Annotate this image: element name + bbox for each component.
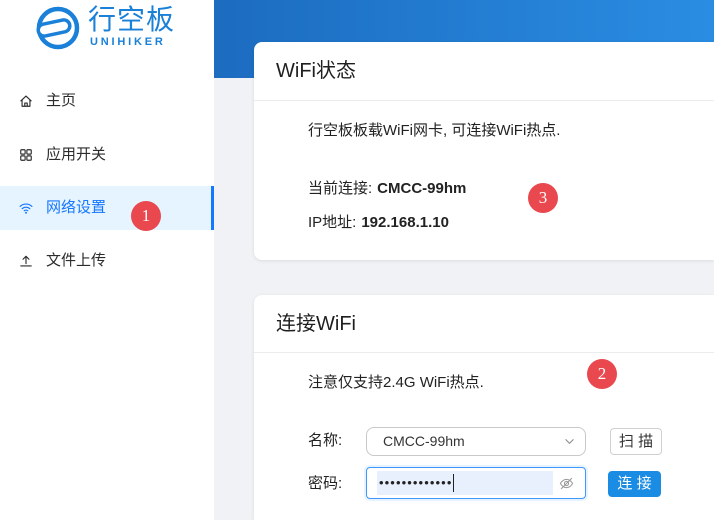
wifi-status-card: WiFi状态 行空板板载WiFi网卡, 可连接WiFi热点. 当前连接: CMCC… xyxy=(254,42,714,260)
card-header: 连接WiFi xyxy=(254,295,714,353)
password-input[interactable]: ••••••••••••• xyxy=(366,467,586,499)
scan-button[interactable]: 扫 描 xyxy=(610,428,662,455)
current-connection-value: CMCC-99hm xyxy=(377,180,467,197)
annotation-badge-wifi-status: 3 xyxy=(528,183,558,213)
card-title: WiFi状态 xyxy=(276,60,356,82)
card-header: WiFi状态 xyxy=(254,42,714,101)
sidebar-item-label: 文件上传 xyxy=(46,252,107,269)
password-autofill-area: ••••••••••••• xyxy=(377,471,553,495)
sidebar-item-label: 应用开关 xyxy=(46,146,107,163)
current-connection: 当前连接: CMCC-99hm xyxy=(308,178,466,200)
sidebar-item-app-switch[interactable]: 应用开关 xyxy=(0,133,214,177)
sidebar-item-network-settings[interactable]: 网络设置 xyxy=(0,186,214,230)
ip-address-label: IP地址: xyxy=(308,214,357,231)
logo-subtitle: UNIHIKER xyxy=(90,36,166,48)
annotation-badge-connect-wifi: 2 xyxy=(587,359,617,389)
connect-wifi-card: 连接WiFi 注意仅支持2.4G WiFi热点. 名称: CMCC-99hm 扫… xyxy=(254,295,714,520)
ip-address-value: 192.168.1.10 xyxy=(361,214,449,231)
wifi-note: 注意仅支持2.4G WiFi热点. xyxy=(308,374,484,391)
eye-invisible-icon[interactable] xyxy=(559,476,574,491)
logo-name: 行空板 xyxy=(88,4,176,35)
wifi-icon xyxy=(19,203,33,214)
connect-button[interactable]: 连 接 xyxy=(608,471,661,497)
sidebar-item-file-upload[interactable]: 文件上传 xyxy=(0,239,214,283)
password-label: 密码: xyxy=(308,475,343,492)
home-icon xyxy=(20,95,32,107)
upload-icon xyxy=(20,255,32,267)
appstore-icon xyxy=(20,149,32,161)
annotation-badge-network-settings: 1 xyxy=(131,201,161,231)
sidebar-item-label: 主页 xyxy=(46,92,77,109)
current-connection-label: 当前连接: xyxy=(308,180,373,197)
unihiker-logo-icon xyxy=(36,6,80,50)
ssid-select[interactable]: CMCC-99hm xyxy=(366,427,586,456)
chevron-down-icon xyxy=(565,439,574,444)
wifi-description: 行空板板载WiFi网卡, 可连接WiFi热点. xyxy=(308,122,561,139)
sidebar-item-home[interactable]: 主页 xyxy=(0,79,214,123)
ip-address: IP地址: 192.168.1.10 xyxy=(308,212,449,234)
password-masked-value: ••••••••••••• xyxy=(379,475,453,490)
sidebar-item-label: 网络设置 xyxy=(46,199,107,216)
card-title: 连接WiFi xyxy=(276,313,356,335)
sidebar: 行空板 UNIHIKER 主页 应用开关 网络设置 文件上传 xyxy=(0,0,214,520)
ssid-label: 名称: xyxy=(308,432,343,449)
ssid-select-value: CMCC-99hm xyxy=(383,433,465,449)
text-caret xyxy=(453,474,455,492)
